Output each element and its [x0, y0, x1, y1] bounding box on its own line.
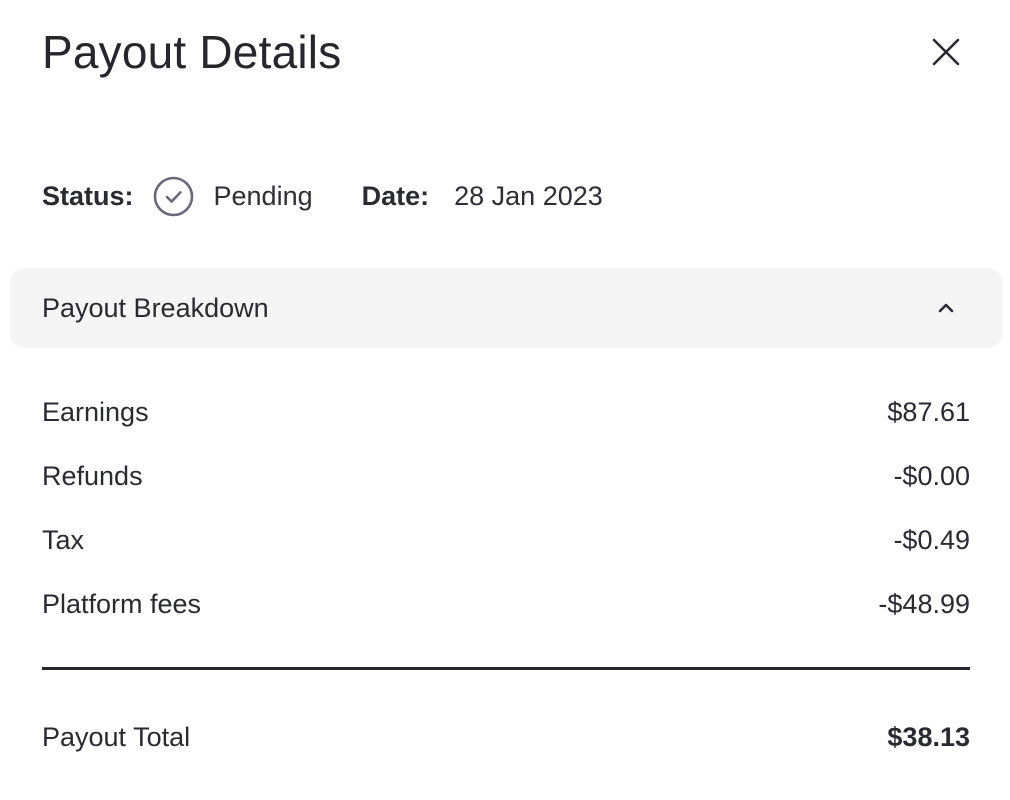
- payout-breakdown-title: Payout Breakdown: [42, 293, 269, 323]
- payout-total-row: Payout Total $38.13: [42, 705, 970, 769]
- chevron-up-icon: [934, 296, 958, 320]
- date-value: 28 Jan 2023: [454, 180, 603, 211]
- payout-meta: Status: Pending Date: 28 Jan 2023: [42, 174, 603, 218]
- row-value: -$48.99: [878, 588, 970, 619]
- close-icon: [932, 38, 960, 66]
- row-label: Platform fees: [42, 588, 202, 619]
- row-value: -$0.49: [893, 524, 970, 555]
- page-title: Payout Details: [42, 26, 342, 78]
- total-divider: [42, 667, 970, 670]
- row-value: $87.61: [887, 396, 970, 427]
- payout-total-value: $38.13: [887, 721, 970, 752]
- breakdown-row-refunds: Refunds -$0.00: [42, 444, 970, 508]
- check-circle-icon: [153, 176, 194, 217]
- date-label: Date:: [361, 180, 430, 211]
- breakdown-row-platform-fees: Platform fees -$48.99: [42, 572, 970, 636]
- close-button[interactable]: [924, 30, 968, 74]
- payout-breakdown-toggle[interactable]: Payout Breakdown: [10, 268, 1002, 348]
- row-label: Refunds: [42, 460, 143, 491]
- payout-total-label: Payout Total: [42, 721, 191, 752]
- row-value: -$0.00: [893, 460, 970, 491]
- status-value: Pending: [213, 180, 313, 211]
- breakdown-row-tax: Tax -$0.49: [42, 508, 970, 572]
- row-label: Earnings: [42, 396, 149, 427]
- status-label: Status:: [42, 180, 134, 211]
- breakdown-list: Earnings $87.61 Refunds -$0.00 Tax -$0.4…: [42, 380, 970, 636]
- breakdown-row-earnings: Earnings $87.61: [42, 380, 970, 444]
- row-label: Tax: [42, 524, 85, 555]
